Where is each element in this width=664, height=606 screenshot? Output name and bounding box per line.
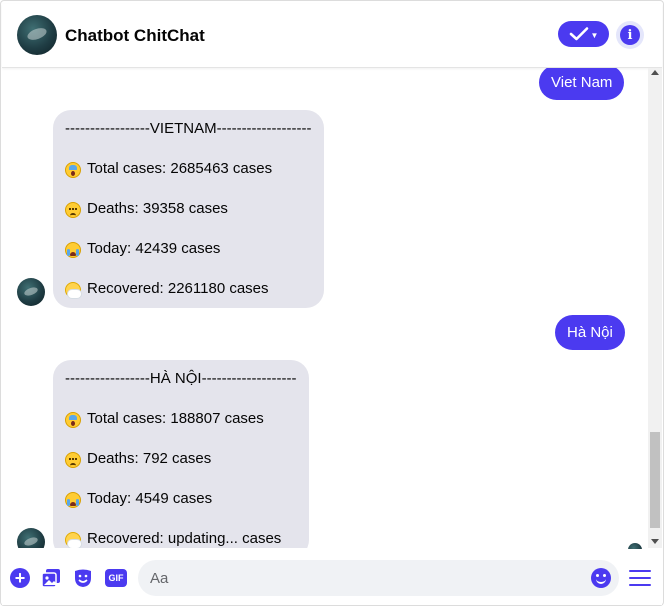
chat-header: Chatbot ChitChat ▼ i: [2, 4, 662, 68]
conversation-info-button[interactable]: i: [616, 21, 644, 49]
message-line-title: -----------------VIETNAM----------------…: [65, 120, 312, 137]
message-line-deaths: Deaths: 792 cases: [65, 448, 297, 488]
scrollbar-thumb[interactable]: [650, 432, 660, 528]
crying-emoji-icon: [65, 492, 81, 508]
message-input-box[interactable]: [138, 560, 619, 596]
message-input[interactable]: [150, 560, 580, 596]
message-line-recovered: Recovered: updating... cases: [65, 528, 297, 548]
mark-read-button[interactable]: ▼: [558, 21, 609, 47]
message-line-total: Total cases: 2685463 cases: [65, 158, 312, 198]
message-line-title: -----------------HÀ NỘI-----------------…: [65, 370, 297, 387]
incoming-message[interactable]: -----------------HÀ NỘI-----------------…: [53, 360, 309, 548]
message-line-deaths: Deaths: 39358 cases: [65, 198, 312, 238]
sun-cloud-emoji-icon: [65, 282, 81, 298]
info-icon: i: [620, 25, 640, 45]
sun-cloud-emoji-icon: [65, 532, 81, 548]
sad-emoji-icon: [65, 452, 81, 468]
crying-emoji-icon: [65, 242, 81, 258]
message-composer: + GIF: [2, 549, 662, 605]
menu-icon[interactable]: [629, 569, 651, 587]
message-line-recovered: Recovered: 2261180 cases: [65, 278, 312, 300]
scrollbar[interactable]: [648, 68, 662, 548]
image-icon[interactable]: [41, 568, 61, 588]
scream-emoji-icon: [65, 412, 81, 428]
chevron-down-icon: ▼: [590, 30, 599, 40]
sad-emoji-icon: [65, 202, 81, 218]
sticker-icon[interactable]: [73, 568, 93, 588]
checkmark-icon: [569, 27, 588, 41]
outgoing-message[interactable]: Viet Nam: [539, 68, 625, 100]
gif-icon[interactable]: GIF: [105, 569, 127, 587]
message-line-total: Total cases: 188807 cases: [65, 408, 297, 448]
chat-title[interactable]: Chatbot ChitChat: [65, 26, 205, 46]
plus-icon[interactable]: +: [10, 568, 30, 588]
scream-emoji-icon: [65, 162, 81, 178]
sender-avatar[interactable]: [17, 278, 45, 306]
outgoing-message[interactable]: Hà Nội: [555, 315, 625, 350]
message-list[interactable]: Viet Nam -----------------VIETNAM-------…: [2, 68, 648, 548]
smiley-icon[interactable]: [591, 568, 611, 588]
scroll-up-arrow-icon[interactable]: [651, 70, 659, 75]
message-line-today: Today: 4549 cases: [65, 488, 297, 528]
scroll-down-arrow-icon[interactable]: [651, 539, 659, 544]
sender-avatar[interactable]: [17, 528, 45, 548]
incoming-message[interactable]: -----------------VIETNAM----------------…: [53, 110, 324, 308]
message-line-today: Today: 42439 cases: [65, 238, 312, 278]
chatbot-avatar[interactable]: [17, 15, 57, 55]
chat-window: Chatbot ChitChat ▼ i Viet Nam ----------…: [0, 0, 664, 606]
